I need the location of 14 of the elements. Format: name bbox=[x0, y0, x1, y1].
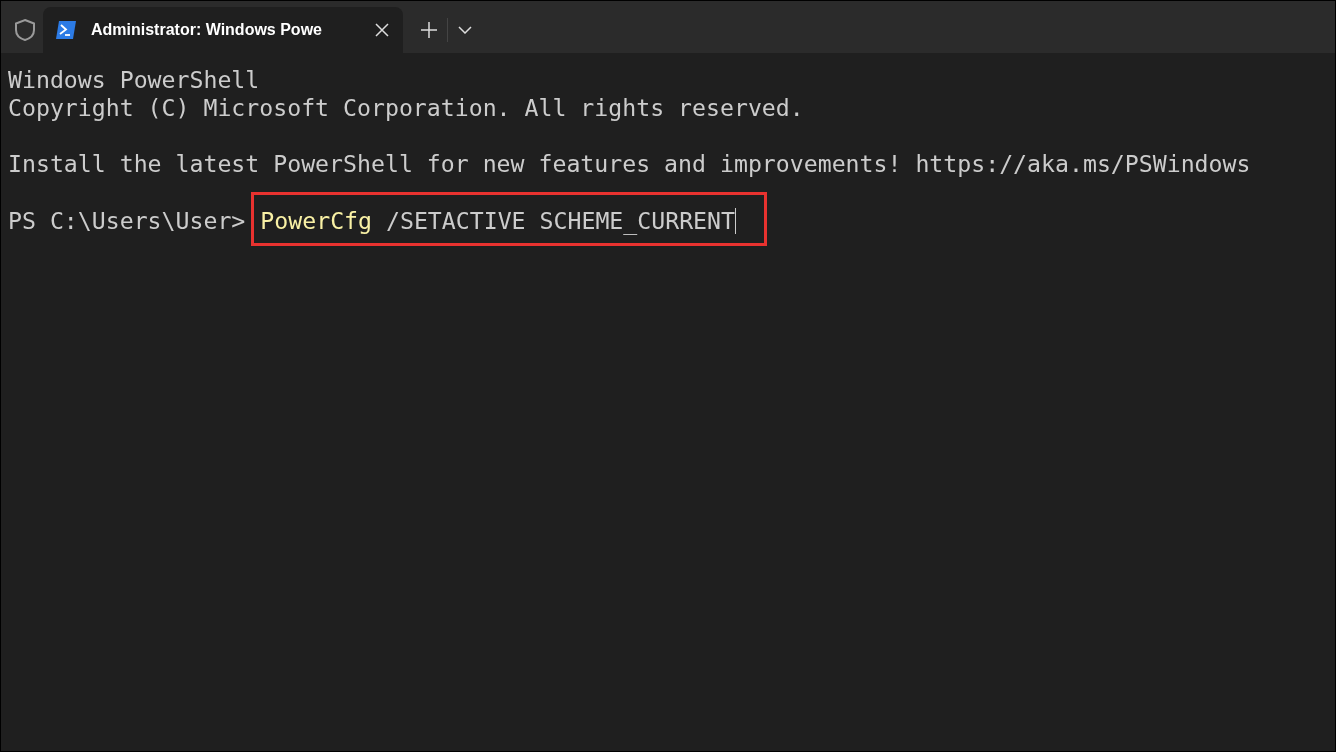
tab-title: Administrator: Windows Powe bbox=[91, 21, 323, 39]
chevron-down-icon bbox=[458, 26, 472, 34]
powershell-icon bbox=[55, 20, 77, 40]
close-icon bbox=[375, 23, 389, 37]
output-line: Windows PowerShell bbox=[8, 66, 261, 94]
plus-icon bbox=[421, 22, 437, 38]
command-arguments: /SETACTIVE SCHEME_CURRENT bbox=[386, 207, 735, 235]
shield-icon bbox=[14, 18, 36, 42]
prompt-text: PS C:\Users\User> bbox=[8, 207, 246, 235]
output-line: Copyright (C) Microsoft Corporation. All rights reserved. bbox=[8, 94, 805, 122]
output-line: Install the latest PowerShell for new features and improvements! https://aka.ms/PSWindows bbox=[8, 150, 1252, 178]
command-name: PowerCfg bbox=[260, 207, 372, 235]
terminal-tab[interactable]: Administrator: Windows Powe bbox=[43, 7, 403, 53]
text-cursor bbox=[735, 208, 736, 234]
